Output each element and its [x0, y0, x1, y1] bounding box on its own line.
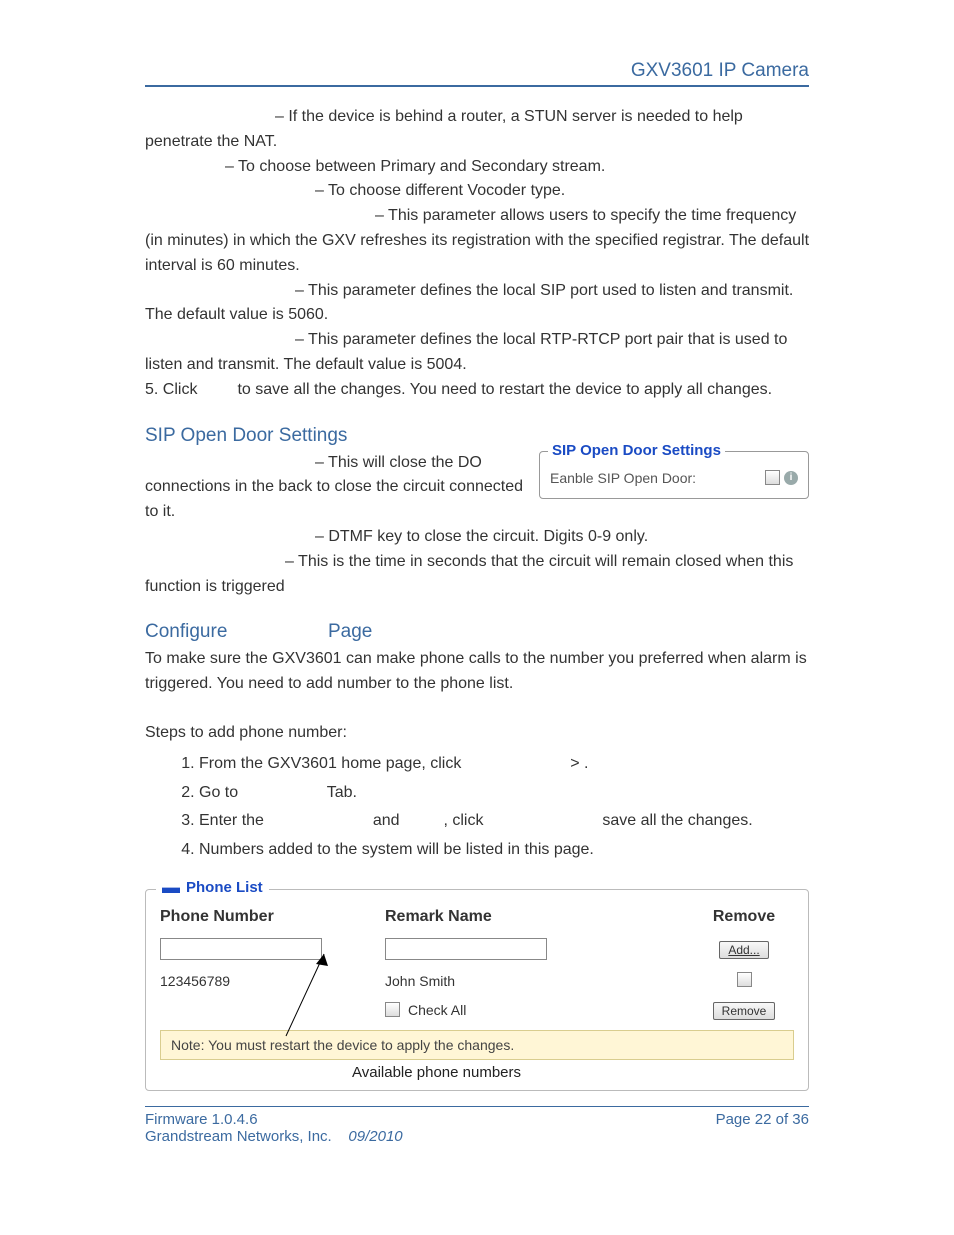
phone-list-legend-text: Phone List [186, 879, 263, 896]
col-remark-name: Remark Name [385, 908, 694, 926]
firmware-version: Firmware 1.0.4.6 [145, 1111, 403, 1128]
configure-intro: To make sure the GXV3601 can make phone … [145, 647, 809, 697]
add-button[interactable]: Add... [719, 941, 768, 959]
steps-label: Steps to add phone number: [145, 721, 809, 746]
phone-list-legend: ▬ Phone List [156, 879, 269, 896]
page-header: GXV3601 IP Camera [145, 60, 809, 87]
para-freq: – This parameter allows users to specify… [145, 204, 809, 278]
collapse-icon[interactable]: ▬ [162, 882, 180, 892]
para-sipport: – This parameter defines the local SIP p… [145, 279, 809, 329]
check-all-checkbox[interactable] [385, 1002, 400, 1017]
step2-a: Go to [199, 784, 238, 801]
step1-a: From the GXV3601 home page, click [199, 755, 461, 772]
step5-prefix: 5. Click [145, 381, 197, 398]
footer-date: 09/2010 [348, 1128, 402, 1145]
step2-b: Tab. [327, 784, 357, 801]
note-bar: Note: You must restart the device to app… [160, 1030, 794, 1060]
step1-b: > . [570, 755, 588, 772]
step3-d: save all the changes. [602, 812, 752, 829]
sample-name: John Smith [385, 973, 694, 989]
body-text: – If the device is behind a router, a ST… [145, 105, 809, 403]
step3-b: and [373, 812, 400, 829]
para-stream: – To choose between Primary and Secondar… [145, 155, 809, 180]
phone-list-panel: ▬ Phone List Phone Number Remark Name Re… [145, 889, 809, 1091]
sip-delay-text: – This is the time in seconds that the c… [145, 550, 809, 600]
col-phone-number: Phone Number [160, 908, 385, 926]
sip-box-legend: SIP Open Door Settings [548, 442, 725, 459]
step-1: From the GXV3601 home page, click > . [199, 750, 809, 779]
remark-name-input[interactable] [385, 938, 547, 960]
para-rtpport: – This parameter defines the local RTP-R… [145, 328, 809, 378]
row-remove-checkbox[interactable] [737, 972, 752, 987]
page-number: Page 22 of 36 [716, 1111, 809, 1145]
sip-dtmf-text: – DTMF key to close the circuit. Digits … [145, 525, 809, 550]
step-2: Go to Tab. [199, 779, 809, 808]
step5-suffix: to save all the changes. You need to res… [237, 381, 772, 398]
configure-word: Configure [145, 621, 227, 642]
sip-box-row-label: Eanble SIP Open Door: [550, 470, 696, 486]
page-footer: Firmware 1.0.4.6 Grandstream Networks, I… [145, 1106, 809, 1145]
company-name: Grandstream Networks, Inc. [145, 1128, 332, 1145]
para-vocoder: – To choose different Vocoder type. [145, 179, 809, 204]
arrow-annotation [280, 946, 380, 1046]
section-configure-title: Configure Page [145, 621, 809, 643]
page-word: Page [328, 621, 372, 642]
enable-sip-checkbox[interactable] [765, 470, 780, 485]
remove-button[interactable]: Remove [713, 1002, 776, 1020]
col-remove: Remove [694, 908, 794, 926]
check-all-label: Check All [408, 1002, 466, 1018]
para-stun: – If the device is behind a router, a ST… [145, 105, 809, 155]
steps-list: From the GXV3601 home page, click > . Go… [145, 750, 809, 865]
step3-c: , click [443, 812, 483, 829]
sip-open-door-box: SIP Open Door Settings Eanble SIP Open D… [539, 451, 809, 499]
available-numbers-caption: Available phone numbers [352, 1064, 521, 1081]
step3-a: Enter the [199, 812, 264, 829]
step-5: 5. Click to save all the changes. You ne… [145, 378, 809, 403]
info-icon[interactable]: i [784, 471, 798, 485]
step-4: Numbers added to the system will be list… [199, 836, 809, 865]
step-3: Enter the and , click save all the chang… [199, 807, 809, 836]
